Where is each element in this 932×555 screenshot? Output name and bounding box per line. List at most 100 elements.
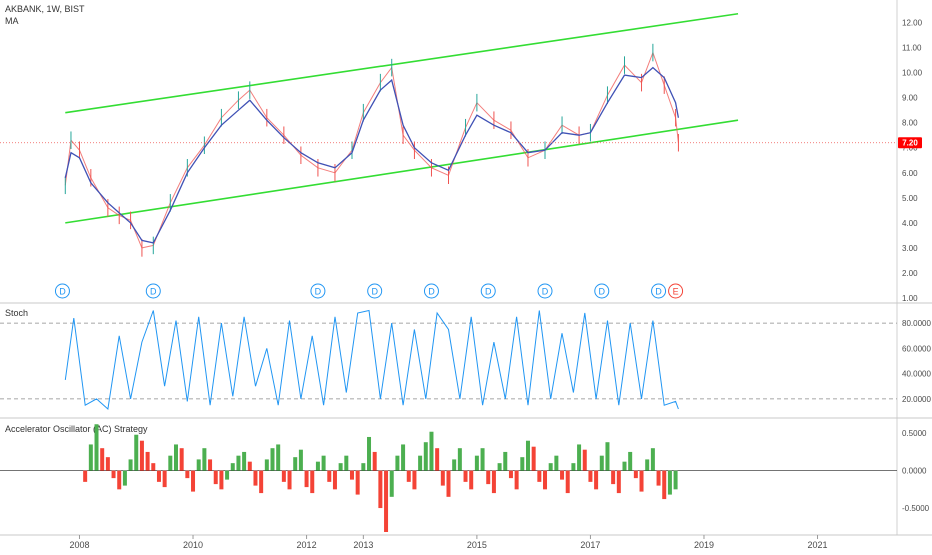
ac-bar bbox=[338, 463, 343, 471]
ac-bar bbox=[628, 451, 633, 471]
ac-bar bbox=[321, 455, 326, 471]
dividend-marker[interactable]: D bbox=[310, 283, 326, 299]
ac-bar bbox=[208, 459, 213, 471]
ac-bar bbox=[611, 470, 616, 485]
ac-bar bbox=[503, 451, 508, 471]
ac-bar bbox=[162, 470, 167, 488]
ac-bar bbox=[332, 470, 337, 490]
ac-bar bbox=[525, 440, 530, 471]
ac-bar bbox=[122, 470, 127, 486]
ac-bar bbox=[588, 470, 593, 482]
ac-bar bbox=[531, 446, 536, 471]
ac-bar bbox=[253, 470, 258, 486]
ac-bar bbox=[395, 455, 400, 471]
symbol-title[interactable]: AKBANK, 1W, BIST bbox=[5, 4, 85, 14]
chart-workspace: AKBANK, 1W, BIST MA Stoch Accelerator Os… bbox=[0, 0, 932, 550]
price-scale[interactable]: 1.002.003.004.005.006.007.008.009.0010.0… bbox=[902, 19, 923, 303]
ac-bar bbox=[497, 463, 502, 471]
price-tick-label: 1.00 bbox=[902, 294, 918, 303]
ac-bar bbox=[378, 470, 383, 509]
stoch-tick-label: 60.0000 bbox=[902, 344, 931, 353]
time-tick-label: 2017 bbox=[580, 540, 600, 550]
ac-bar bbox=[599, 455, 604, 471]
price-tick-label: 11.00 bbox=[902, 44, 922, 53]
chart-canvas[interactable]: AKBANK, 1W, BIST MA Stoch Accelerator Os… bbox=[0, 0, 932, 550]
dividend-marker[interactable]: D bbox=[367, 283, 383, 299]
ac-bar bbox=[293, 457, 298, 471]
price-tick-label: 5.00 bbox=[902, 194, 918, 203]
ac-tick-label: -0.5000 bbox=[902, 504, 930, 513]
ac-bar bbox=[202, 448, 207, 471]
ac-bar bbox=[435, 448, 440, 471]
dividend-letter: D bbox=[59, 287, 66, 297]
ac-bar bbox=[406, 470, 411, 482]
ac-bar bbox=[446, 470, 451, 497]
ac-bar bbox=[508, 470, 513, 479]
ac-bar bbox=[486, 470, 491, 485]
price-tick-label: 9.00 bbox=[902, 94, 918, 103]
ac-bar bbox=[173, 444, 178, 471]
ac-bar bbox=[168, 455, 173, 471]
ac-tick-label: 0.0000 bbox=[902, 467, 927, 476]
dividend-marker[interactable]: D bbox=[651, 283, 667, 299]
ac-bar bbox=[242, 451, 247, 471]
ac-bar bbox=[315, 461, 320, 471]
ac-bar bbox=[304, 470, 309, 488]
dividend-marker[interactable]: D bbox=[423, 283, 439, 299]
ac-bar bbox=[179, 448, 184, 471]
ac-bar bbox=[259, 470, 264, 494]
ac-bar bbox=[622, 461, 627, 471]
ac-tick-label: 0.5000 bbox=[902, 429, 927, 438]
time-tick-label: 2012 bbox=[297, 540, 317, 550]
dividend-marker[interactable]: D bbox=[594, 283, 610, 299]
ac-bar bbox=[554, 455, 559, 471]
ac-title[interactable]: Accelerator Oscillator (AC) Strategy bbox=[5, 424, 148, 434]
ac-bar bbox=[156, 470, 161, 482]
dividend-letter: D bbox=[315, 287, 322, 297]
ac-bar bbox=[537, 470, 542, 482]
dividend-letter: D bbox=[428, 287, 435, 297]
ac-bar bbox=[667, 470, 672, 495]
dividend-marker[interactable]: D bbox=[480, 283, 496, 299]
ac-bar bbox=[367, 436, 372, 471]
ac-bar bbox=[264, 459, 269, 471]
time-tick-label: 2010 bbox=[183, 540, 203, 550]
ac-bar bbox=[616, 470, 621, 494]
price-tick-label: 10.00 bbox=[902, 69, 923, 78]
ac-bar bbox=[440, 470, 445, 486]
price-tick-label: 2.00 bbox=[902, 269, 918, 278]
stoch-title[interactable]: Stoch bbox=[5, 308, 28, 318]
price-tick-label: 4.00 bbox=[902, 219, 918, 228]
time-tick-label: 2013 bbox=[353, 540, 373, 550]
ac-bar bbox=[298, 449, 303, 471]
dividend-marker[interactable]: D bbox=[145, 283, 161, 299]
ac-bar bbox=[344, 455, 349, 471]
dividend-letter: D bbox=[371, 287, 378, 297]
dividend-letter: D bbox=[599, 287, 606, 297]
ac-bar bbox=[185, 470, 190, 479]
dividend-marker[interactable]: D bbox=[54, 283, 70, 299]
ac-bar bbox=[582, 449, 587, 471]
ac-bar bbox=[520, 457, 525, 471]
stoch-tick-label: 20.0000 bbox=[902, 395, 931, 404]
ac-bar bbox=[349, 470, 354, 480]
ac-bar bbox=[361, 463, 366, 471]
ac-bar bbox=[565, 470, 570, 494]
earnings-marker[interactable]: E bbox=[668, 283, 684, 299]
ac-bar bbox=[514, 470, 519, 490]
ac-bar bbox=[480, 448, 485, 471]
ac-bar bbox=[94, 424, 99, 471]
ac-bar bbox=[491, 470, 496, 494]
ma-indicator-title[interactable]: MA bbox=[5, 16, 19, 26]
ac-bar bbox=[196, 459, 201, 471]
ac-bar bbox=[225, 470, 230, 480]
ac-bar bbox=[270, 448, 275, 471]
ac-bar bbox=[276, 444, 281, 471]
ac-bar bbox=[633, 470, 638, 479]
ac-bar bbox=[191, 470, 196, 492]
dividend-marker[interactable]: D bbox=[537, 283, 553, 299]
ac-bar bbox=[543, 470, 548, 490]
ac-bar bbox=[429, 431, 434, 471]
ac-bar bbox=[469, 470, 474, 490]
earnings-letter: E bbox=[673, 287, 679, 297]
